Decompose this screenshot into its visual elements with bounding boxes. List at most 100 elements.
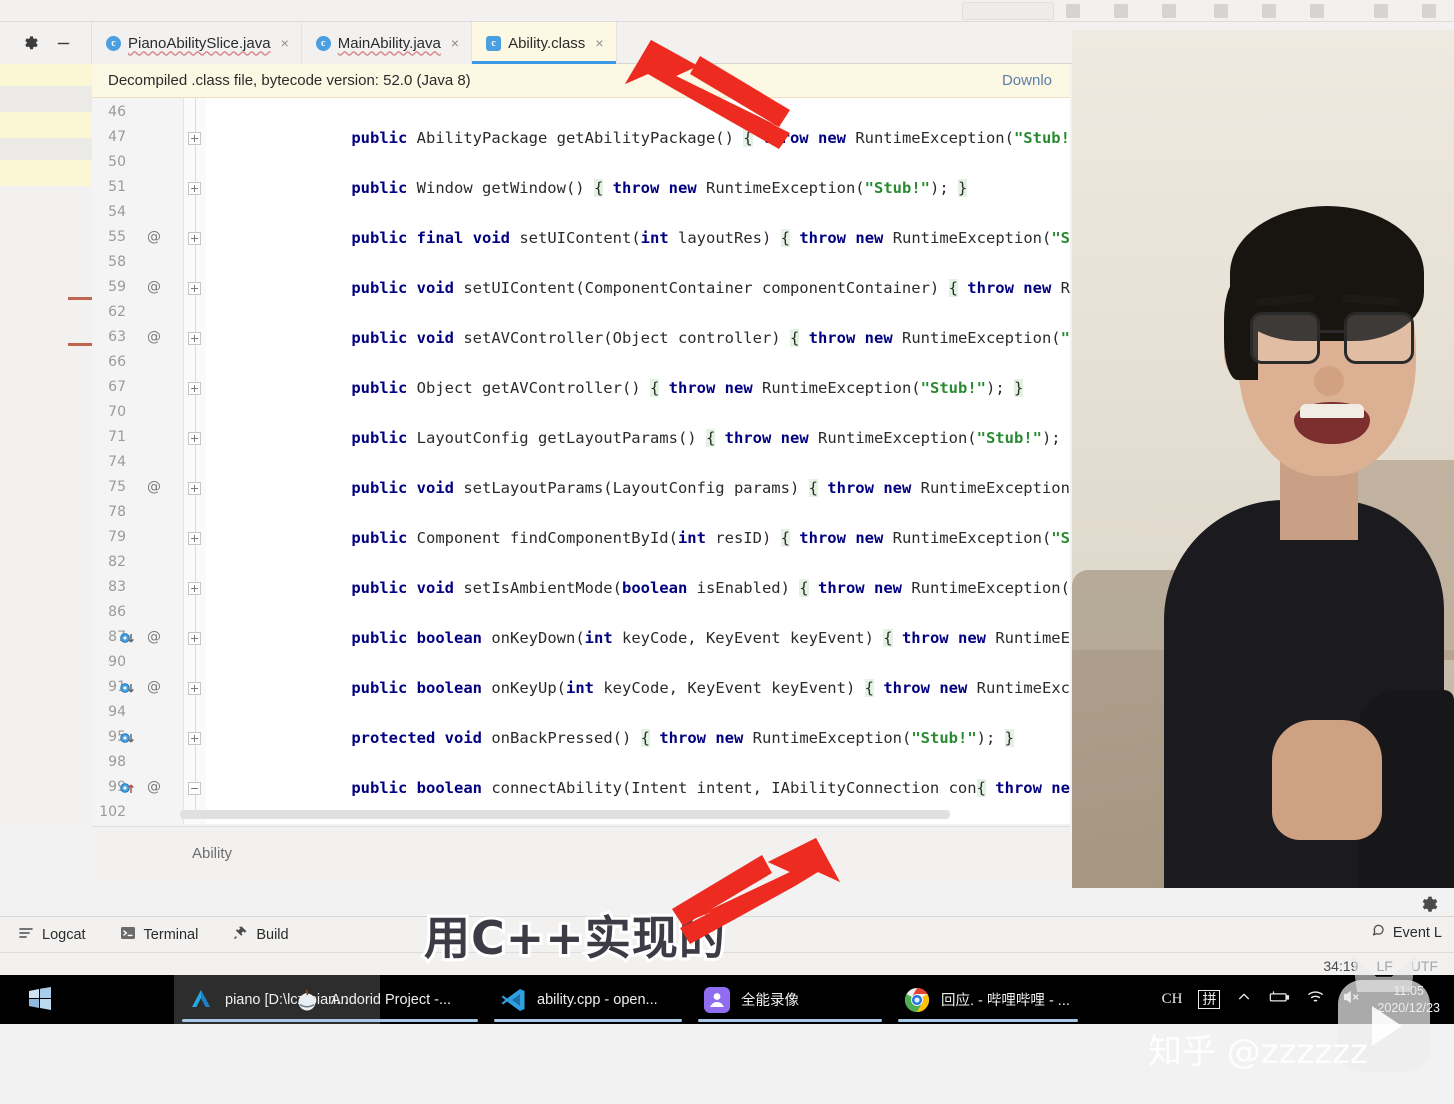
code-folding-column[interactable] xyxy=(184,98,206,824)
code-line[interactable] xyxy=(206,151,314,176)
fold-toggle-plus[interactable] xyxy=(188,532,201,545)
editor-horizontal-scrollbar[interactable] xyxy=(180,810,950,819)
gutter-line[interactable]: 83 xyxy=(92,576,184,601)
gutter-line[interactable]: 54 xyxy=(92,201,184,226)
close-icon[interactable]: × xyxy=(595,35,603,51)
code-line[interactable]: public boolean onKeyDown(int keyCode, Ke… xyxy=(206,626,1070,651)
annotation-marker[interactable]: @ xyxy=(147,679,161,695)
annotation-marker[interactable]: @ xyxy=(147,229,161,245)
breadcrumb[interactable]: Ability xyxy=(92,826,1070,880)
taskbar-item-2[interactable]: ability.cpp - open... xyxy=(486,975,690,1024)
wifi-icon[interactable] xyxy=(1306,989,1325,1010)
annotation-marker[interactable]: @ xyxy=(147,279,161,295)
gutter-line[interactable]: 98 xyxy=(92,751,184,776)
gutter-line[interactable]: 46 xyxy=(92,101,184,126)
minimize-icon[interactable] xyxy=(54,34,72,52)
code-line[interactable]: public boolean onKeyUp(int keyCode, KeyE… xyxy=(206,676,1070,701)
code-line[interactable] xyxy=(206,601,314,626)
gutter-line[interactable]: 71 xyxy=(92,426,184,451)
editor-tab-2[interactable]: c Ability.class × xyxy=(472,22,617,64)
fold-toggle-plus[interactable] xyxy=(188,182,201,195)
fold-toggle-plus[interactable] xyxy=(188,382,201,395)
gutter-line[interactable]: 75 @ xyxy=(92,476,184,501)
gutter-line[interactable]: 47 xyxy=(92,126,184,151)
gutter-line[interactable]: 86 xyxy=(92,601,184,626)
gutter-line[interactable]: 58 xyxy=(92,251,184,276)
code-line[interactable]: public void setAVController(Object contr… xyxy=(206,326,1070,351)
toolbar-run-config-selector[interactable] xyxy=(962,2,1054,20)
battery-icon[interactable] xyxy=(1268,989,1290,1010)
gutter-line[interactable]: 99 @ xyxy=(92,776,184,801)
code-line[interactable] xyxy=(206,651,314,676)
error-marker[interactable] xyxy=(68,343,92,346)
code-line[interactable] xyxy=(206,701,314,726)
code-line[interactable]: public void setUIContent(ComponentContai… xyxy=(206,276,1070,301)
fold-toggle-plus[interactable] xyxy=(188,132,201,145)
gutter-line[interactable]: 79 xyxy=(92,526,184,551)
settings-gear-icon[interactable] xyxy=(22,34,40,52)
windows-start-icon[interactable] xyxy=(26,986,54,1012)
gutter-line[interactable]: 94 xyxy=(92,701,184,726)
tool-window-button-build[interactable]: Build xyxy=(232,925,289,945)
gutter-line[interactable]: 87 @ xyxy=(92,626,184,651)
tool-window-button-terminal[interactable]: Terminal xyxy=(120,925,198,945)
code-line[interactable] xyxy=(206,551,314,576)
close-icon[interactable]: × xyxy=(281,35,289,51)
profile-icon[interactable] xyxy=(1162,4,1176,18)
implement-up-icon[interactable] xyxy=(120,781,136,797)
fold-toggle-plus[interactable] xyxy=(188,482,201,495)
search-everywhere-icon[interactable] xyxy=(1310,4,1324,18)
fold-toggle-plus[interactable] xyxy=(188,432,201,445)
code-line[interactable]: protected void onBackPressed() { throw n… xyxy=(206,726,1014,751)
code-line[interactable]: public boolean connectAbility(Intent int… xyxy=(206,776,1070,801)
code-editor[interactable]: 46 47 50 51 54 55 @58 59 @62 63 @66 67 70 71 74 75 @78 79… xyxy=(92,98,1070,824)
error-marker[interactable] xyxy=(68,297,92,300)
gutter-line[interactable]: 55 @ xyxy=(92,226,184,251)
gutter-line[interactable]: 74 xyxy=(92,451,184,476)
gutter-line[interactable]: 51 xyxy=(92,176,184,201)
run-icon[interactable] xyxy=(1066,4,1080,18)
code-line[interactable]: public void setLayoutParams(LayoutConfig… xyxy=(206,476,1070,501)
close-icon[interactable]: × xyxy=(451,35,459,51)
taskbar-item-4[interactable]: 回应. - 哔哩哔哩 - ... xyxy=(890,975,1086,1024)
code-line[interactable]: public Object getAVController() { throw … xyxy=(206,376,1024,401)
annotation-marker[interactable]: @ xyxy=(147,329,161,345)
sdk-manager-icon[interactable] xyxy=(1262,4,1276,18)
fold-toggle-plus[interactable] xyxy=(188,632,201,645)
gutter-line[interactable]: 91 @ xyxy=(92,676,184,701)
gutter-line[interactable]: 67 xyxy=(92,376,184,401)
gutter-line[interactable]: 59 @ xyxy=(92,276,184,301)
code-line[interactable] xyxy=(206,401,314,426)
code-line[interactable] xyxy=(206,351,314,376)
code-line[interactable] xyxy=(206,501,314,526)
code-text-area[interactable]: public AbilityPackage getAbilityPackage(… xyxy=(206,98,1070,824)
annotation-marker[interactable]: @ xyxy=(147,629,161,645)
code-line[interactable]: public Window getWindow() { throw new Ru… xyxy=(206,176,968,201)
code-line[interactable] xyxy=(206,451,314,476)
fold-toggle-minus[interactable] xyxy=(188,782,201,795)
editor-tab-0[interactable]: c PianoAbilitySlice.java × xyxy=(92,22,302,64)
ime-language-label[interactable]: CH xyxy=(1162,991,1183,1008)
gutter-line[interactable]: 102 xyxy=(92,801,184,824)
avd-manager-icon[interactable] xyxy=(1214,4,1228,18)
code-line[interactable] xyxy=(206,301,314,326)
gutter-line[interactable]: 95 xyxy=(92,726,184,751)
debug-icon[interactable] xyxy=(1114,4,1128,18)
gutter-line[interactable]: 82 xyxy=(92,551,184,576)
annotation-marker[interactable]: @ xyxy=(147,779,161,795)
fold-toggle-plus[interactable] xyxy=(188,282,201,295)
code-line[interactable]: public AbilityPackage getAbilityPackage(… xyxy=(206,126,1070,151)
override-down-icon[interactable] xyxy=(120,681,136,697)
code-line[interactable] xyxy=(206,101,314,126)
gutter-line[interactable]: 63 @ xyxy=(92,326,184,351)
tool-window-button-logcat[interactable]: Logcat xyxy=(18,925,86,945)
project-structure-icon[interactable] xyxy=(1374,4,1388,18)
code-line[interactable] xyxy=(206,251,314,276)
fold-toggle-plus[interactable] xyxy=(188,232,201,245)
fold-toggle-plus[interactable] xyxy=(188,732,201,745)
event-log-button[interactable]: Event L xyxy=(1371,923,1442,942)
editor-gutter[interactable]: 46 47 50 51 54 55 @58 59 @62 63 @66 67 70 71 74 75 @78 79… xyxy=(92,98,184,824)
code-line[interactable] xyxy=(206,201,314,226)
gear-icon[interactable] xyxy=(1420,895,1440,915)
download-sources-link[interactable]: Downlo xyxy=(1002,72,1052,89)
